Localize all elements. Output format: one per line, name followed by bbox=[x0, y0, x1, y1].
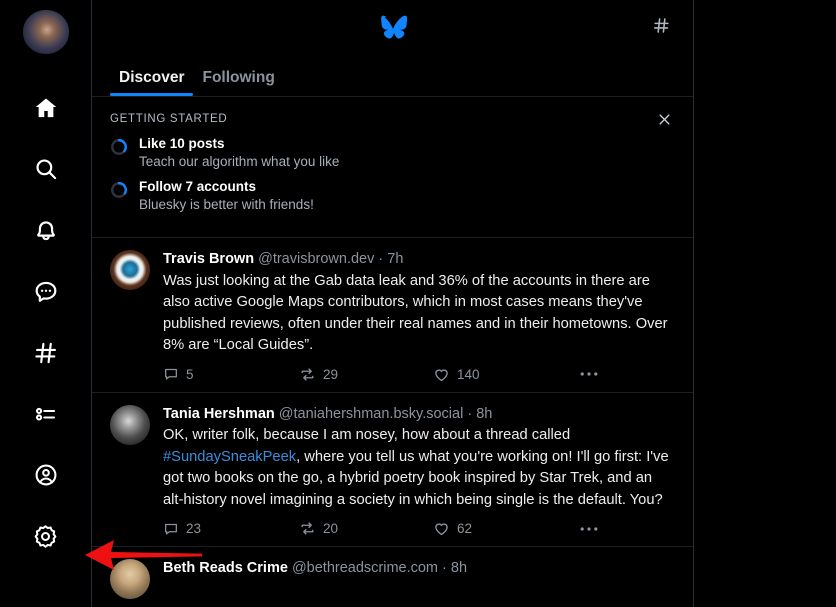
post-text: Was just looking at the Gab data leak an… bbox=[163, 273, 668, 354]
ellipsis-icon bbox=[580, 371, 598, 377]
repost-icon bbox=[299, 366, 316, 383]
post-author-handle[interactable]: @taniahershman.bsky.social bbox=[279, 406, 464, 422]
sidebar-item-lists[interactable] bbox=[20, 389, 72, 438]
post-author-name[interactable]: Travis Brown bbox=[163, 251, 254, 267]
post-author-name[interactable]: Tania Hershman bbox=[163, 406, 275, 422]
table-row[interactable]: Beth Reads Crime @bethreadscrime.com · 8… bbox=[92, 547, 693, 607]
post-timestamp: 7h bbox=[387, 251, 404, 268]
repost-button[interactable]: 29 bbox=[299, 366, 433, 383]
hashtag-icon bbox=[652, 16, 671, 40]
reply-count: 5 bbox=[186, 366, 194, 382]
repost-icon bbox=[299, 520, 316, 537]
feed-column: Discover Following GETTING STARTED Like … bbox=[92, 0, 694, 607]
left-navigation-rail bbox=[0, 0, 92, 607]
like-button[interactable]: 140 bbox=[433, 366, 569, 383]
lists-icon bbox=[33, 401, 59, 427]
task-title: Like 10 posts bbox=[139, 136, 225, 151]
like-count: 62 bbox=[457, 521, 473, 537]
sidebar-item-home[interactable] bbox=[20, 84, 72, 133]
comment-icon bbox=[163, 366, 179, 382]
bluesky-app-window: Discover Following GETTING STARTED Like … bbox=[0, 0, 836, 607]
post-body: Travis Brown @travisbrown.dev · 7h Was j… bbox=[163, 250, 675, 382]
like-button[interactable]: 62 bbox=[433, 520, 569, 537]
task-subtitle: Teach our algorithm what you like bbox=[139, 154, 340, 169]
post-more-button[interactable] bbox=[569, 526, 609, 532]
meta-separator: · bbox=[467, 405, 473, 422]
post-body: Tania Hershman @taniahershman.bsky.socia… bbox=[163, 405, 675, 537]
bw-portrait-avatar bbox=[110, 404, 150, 445]
ellipsis-icon bbox=[580, 526, 598, 532]
close-button[interactable] bbox=[651, 109, 677, 135]
feeds-shortcut-button[interactable] bbox=[647, 14, 675, 42]
avatar[interactable] bbox=[110, 250, 150, 291]
post-meta: Travis Brown @travisbrown.dev · 7h bbox=[163, 250, 675, 270]
sidebar-item-chat[interactable] bbox=[20, 267, 72, 316]
meta-separator: · bbox=[378, 251, 384, 268]
post-text-before: OK, writer folk, because I am nosey, how… bbox=[163, 427, 571, 444]
getting-started-task[interactable]: Follow 7 accounts Bluesky is better with… bbox=[110, 178, 675, 214]
post-more-button[interactable] bbox=[569, 371, 609, 377]
sidebar-item-profile[interactable] bbox=[20, 451, 72, 500]
table-row[interactable]: Travis Brown @travisbrown.dev · 7h Was j… bbox=[92, 238, 693, 393]
post-author-handle[interactable]: @bethreadscrime.com bbox=[292, 560, 438, 576]
getting-started-title: GETTING STARTED bbox=[110, 113, 228, 125]
progress-ring-icon bbox=[110, 181, 128, 204]
post-actions: 5 29 140 bbox=[163, 366, 675, 383]
search-icon bbox=[33, 156, 59, 182]
task-subtitle: Bluesky is better with friends! bbox=[139, 197, 314, 213]
right-column bbox=[694, 0, 836, 607]
post-body: Beth Reads Crime @bethreadscrime.com · 8… bbox=[163, 559, 675, 599]
like-count: 140 bbox=[457, 366, 480, 382]
bell-icon bbox=[33, 217, 59, 243]
settings-icon bbox=[32, 523, 59, 550]
post-text: OK, writer folk, because I am nosey, how… bbox=[163, 425, 675, 511]
sidebar-item-feeds[interactable] bbox=[20, 328, 72, 377]
repost-count: 29 bbox=[323, 366, 339, 382]
repost-button[interactable]: 20 bbox=[299, 520, 433, 537]
user-avatar[interactable] bbox=[22, 10, 69, 54]
table-row[interactable]: Tania Hershman @taniahershman.bsky.socia… bbox=[92, 393, 693, 548]
hashtag-link[interactable]: #SundaySneakPeek bbox=[163, 449, 296, 465]
blonde-avatar bbox=[110, 559, 150, 600]
hashtag-icon bbox=[33, 340, 59, 366]
post-actions: 23 20 62 bbox=[163, 520, 675, 537]
bluesky-butterfly-logo[interactable] bbox=[378, 15, 408, 47]
eye-avatar bbox=[110, 250, 150, 291]
getting-started-card: GETTING STARTED Like 10 posts Teach our … bbox=[92, 97, 693, 239]
post-timestamp: 8h bbox=[450, 560, 468, 577]
close-icon bbox=[657, 112, 672, 132]
getting-started-task[interactable]: Like 10 posts Teach our algorithm what y… bbox=[110, 135, 675, 171]
sidebar-item-search[interactable] bbox=[20, 145, 72, 194]
heart-icon bbox=[433, 520, 450, 537]
top-bar bbox=[92, 0, 693, 56]
home-icon bbox=[33, 95, 59, 121]
avatar[interactable] bbox=[110, 404, 150, 445]
sidebar-item-notifications[interactable] bbox=[20, 206, 72, 255]
post-author-name[interactable]: Beth Reads Crime bbox=[163, 560, 288, 576]
reply-count: 23 bbox=[186, 521, 202, 537]
post-meta: Beth Reads Crime @bethreadscrime.com · 8… bbox=[163, 559, 675, 579]
tab-discover[interactable]: Discover bbox=[110, 69, 194, 96]
feed-tabs: Discover Following bbox=[92, 56, 693, 97]
repost-count: 20 bbox=[323, 521, 339, 537]
comment-icon bbox=[163, 521, 179, 537]
sidebar-item-settings[interactable] bbox=[20, 512, 72, 561]
post-meta: Tania Hershman @taniahershman.bsky.socia… bbox=[163, 405, 675, 425]
avatar[interactable] bbox=[110, 559, 150, 600]
tab-discover-label: Discover bbox=[119, 69, 185, 86]
avatar-image bbox=[22, 10, 69, 54]
post-timestamp: 8h bbox=[476, 405, 493, 422]
reply-button[interactable]: 23 bbox=[163, 521, 299, 537]
heart-icon bbox=[433, 366, 450, 383]
progress-ring-icon bbox=[110, 138, 128, 161]
profile-icon bbox=[33, 462, 59, 488]
meta-separator: · bbox=[442, 560, 447, 577]
post-author-handle[interactable]: @travisbrown.dev bbox=[258, 251, 374, 267]
reply-button[interactable]: 5 bbox=[163, 366, 299, 382]
tab-following[interactable]: Following bbox=[193, 69, 283, 96]
chat-icon bbox=[33, 279, 59, 305]
task-title: Follow 7 accounts bbox=[139, 179, 257, 195]
tab-following-label: Following bbox=[202, 69, 275, 86]
